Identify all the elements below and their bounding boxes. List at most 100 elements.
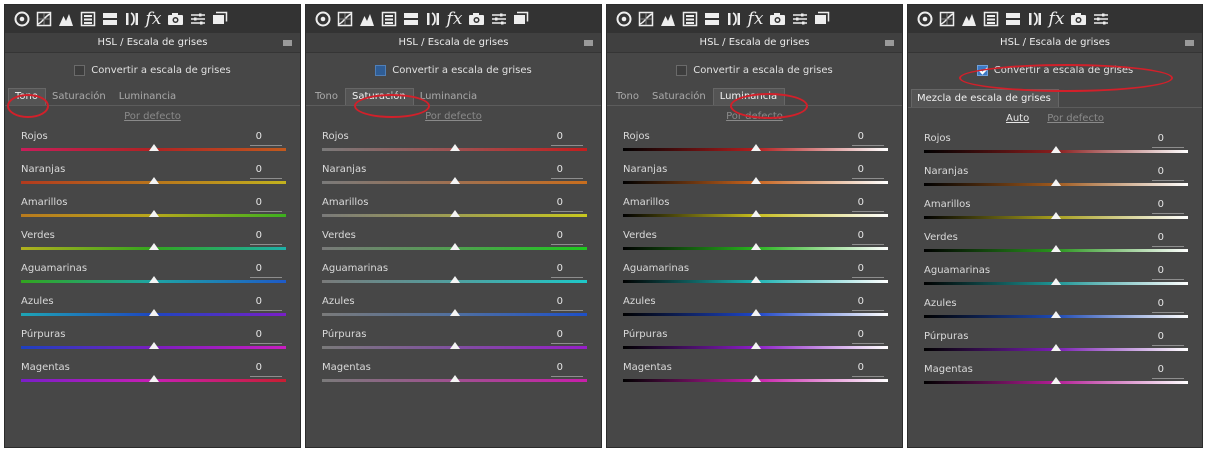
lens-corrections-icon[interactable] — [723, 9, 744, 29]
hsl-icon[interactable] — [378, 9, 399, 29]
split-toning-icon[interactable] — [99, 9, 120, 29]
slider-thumb[interactable] — [1051, 311, 1061, 318]
slider-thumb[interactable] — [1051, 146, 1061, 153]
camera-calibration-icon[interactable] — [466, 9, 487, 29]
slider-thumb[interactable] — [449, 177, 460, 184]
slider-value-field[interactable]: 0 — [1151, 199, 1186, 214]
slider-value-field[interactable]: 0 — [851, 362, 886, 377]
panel-menu-icon[interactable] — [283, 40, 292, 46]
slider-thumb[interactable] — [449, 342, 460, 349]
tab-tono[interactable]: Tono — [610, 89, 646, 105]
lens-corrections-icon[interactable] — [121, 9, 142, 29]
presets-icon[interactable] — [187, 9, 208, 29]
slider-value-field[interactable]: 0 — [249, 362, 284, 377]
tab-tono[interactable]: Tono — [8, 88, 46, 105]
basic-panel-icon[interactable] — [914, 9, 935, 29]
effects-icon[interactable]: fx — [745, 9, 766, 29]
effects-icon[interactable]: fx — [1046, 9, 1067, 29]
default-link[interactable]: Por defecto — [124, 111, 181, 131]
basic-panel-icon[interactable] — [11, 9, 32, 29]
slider-thumb[interactable] — [148, 375, 159, 382]
detail-icon[interactable] — [958, 9, 979, 29]
slider-thumb[interactable] — [1051, 278, 1061, 285]
detail-icon[interactable] — [356, 9, 377, 29]
camera-calibration-icon[interactable] — [165, 9, 186, 29]
slider-thumb[interactable] — [148, 177, 159, 184]
default-link[interactable]: Por defecto — [726, 111, 783, 131]
grayscale-checkbox[interactable] — [74, 64, 86, 76]
lens-corrections-icon[interactable] — [1024, 9, 1045, 29]
default-link[interactable]: Por defecto — [425, 111, 482, 131]
split-toning-icon[interactable] — [400, 9, 421, 29]
auto-link[interactable]: Auto — [1006, 113, 1029, 133]
grayscale-toggle[interactable]: Convertir a escala de grises — [908, 53, 1202, 87]
slider-value-field[interactable]: 0 — [249, 230, 284, 245]
grayscale-toggle[interactable]: Convertir a escala de grises — [5, 53, 300, 87]
panel-menu-icon[interactable] — [584, 40, 593, 46]
grayscale-toggle[interactable]: Convertir a escala de grises — [306, 53, 601, 87]
slider-thumb[interactable] — [148, 144, 159, 151]
slider-value-field[interactable]: 0 — [1151, 265, 1186, 280]
slider-value-field[interactable]: 0 — [851, 197, 886, 212]
tab-luminancia[interactable]: Luminancia — [414, 89, 484, 105]
tab-saturacion[interactable]: Saturación — [344, 88, 414, 105]
slider-value-field[interactable]: 0 — [550, 197, 585, 212]
slider-thumb[interactable] — [148, 276, 159, 283]
lens-corrections-icon[interactable] — [422, 9, 443, 29]
slider-value-field[interactable]: 0 — [851, 164, 886, 179]
slider-value-field[interactable]: 0 — [249, 197, 284, 212]
slider-thumb[interactable] — [449, 375, 460, 382]
slider-thumb[interactable] — [449, 210, 460, 217]
basic-panel-icon[interactable] — [312, 9, 333, 29]
slider-thumb[interactable] — [148, 342, 159, 349]
slider-value-field[interactable]: 0 — [1151, 166, 1186, 181]
slider-thumb[interactable] — [750, 276, 761, 283]
grayscale-toggle[interactable]: Convertir a escala de grises — [607, 53, 902, 87]
tone-curve-icon[interactable] — [33, 9, 54, 29]
presets-icon[interactable] — [789, 9, 810, 29]
tone-curve-icon[interactable] — [635, 9, 656, 29]
grayscale-checkbox[interactable] — [676, 64, 688, 76]
effects-icon[interactable]: fx — [143, 9, 164, 29]
slider-thumb[interactable] — [148, 309, 159, 316]
slider-value-field[interactable]: 0 — [249, 263, 284, 278]
slider-value-field[interactable]: 0 — [249, 131, 284, 146]
slider-thumb[interactable] — [1051, 377, 1061, 384]
presets-icon[interactable] — [488, 9, 509, 29]
slider-value-field[interactable]: 0 — [550, 296, 585, 311]
slider-value-field[interactable]: 0 — [249, 296, 284, 311]
slider-value-field[interactable]: 0 — [1151, 232, 1186, 247]
slider-value-field[interactable]: 0 — [550, 230, 585, 245]
slider-thumb[interactable] — [1051, 179, 1061, 186]
panel-menu-icon[interactable] — [1185, 40, 1194, 46]
tab-grayscale-mix[interactable]: Mezcla de escala de grises — [911, 89, 1059, 107]
slider-thumb[interactable] — [750, 309, 761, 316]
split-toning-icon[interactable] — [701, 9, 722, 29]
slider-value-field[interactable]: 0 — [550, 362, 585, 377]
slider-value-field[interactable]: 0 — [550, 164, 585, 179]
slider-thumb[interactable] — [449, 276, 460, 283]
tab-saturacion[interactable]: Saturación — [646, 89, 713, 105]
tab-luminancia[interactable]: Luminancia — [712, 88, 786, 105]
default-link[interactable]: Por defecto — [1047, 113, 1104, 133]
slider-value-field[interactable]: 0 — [851, 329, 886, 344]
grayscale-checkbox[interactable] — [976, 64, 988, 76]
slider-thumb[interactable] — [750, 342, 761, 349]
camera-calibration-icon[interactable] — [767, 9, 788, 29]
snapshots-icon[interactable] — [811, 9, 832, 29]
slider-thumb[interactable] — [750, 177, 761, 184]
tone-curve-icon[interactable] — [936, 9, 957, 29]
slider-thumb[interactable] — [449, 144, 460, 151]
slider-thumb[interactable] — [750, 144, 761, 151]
split-toning-icon[interactable] — [1002, 9, 1023, 29]
hsl-icon[interactable] — [679, 9, 700, 29]
tab-saturacion[interactable]: Saturación — [46, 89, 113, 105]
detail-icon[interactable] — [657, 9, 678, 29]
slider-value-field[interactable]: 0 — [851, 296, 886, 311]
slider-value-field[interactable]: 0 — [851, 131, 886, 146]
slider-thumb[interactable] — [1051, 344, 1061, 351]
camera-calibration-icon[interactable] — [1068, 9, 1089, 29]
slider-value-field[interactable]: 0 — [851, 263, 886, 278]
presets-icon[interactable] — [1090, 9, 1111, 29]
tab-tono[interactable]: Tono — [309, 89, 345, 105]
